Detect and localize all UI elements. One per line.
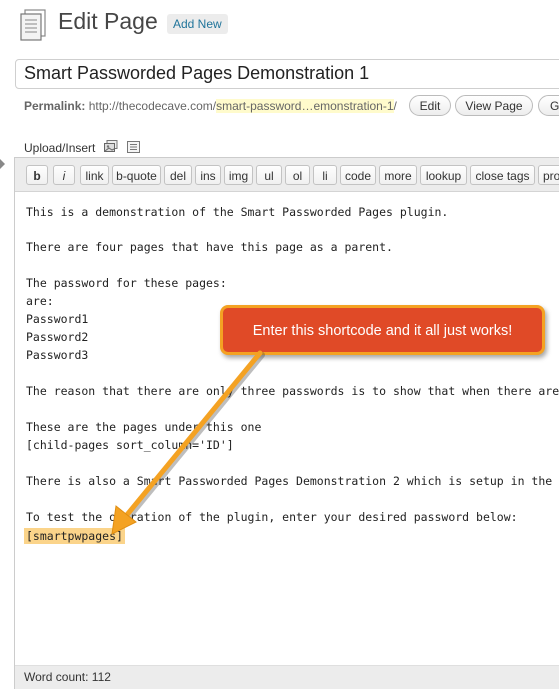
edit-permalink-button[interactable]: Edit xyxy=(409,95,451,116)
shortcode-line: [smartpwpages] xyxy=(24,528,125,544)
quicktag-lookup-button[interactable]: lookup xyxy=(420,165,467,185)
editor-line: [child-pages sort_column='ID'] xyxy=(26,438,234,452)
media-add-icon[interactable] xyxy=(127,141,140,153)
quicktag-li-button[interactable]: li xyxy=(313,165,337,185)
editor-line: This is a demonstration of the Smart Pas… xyxy=(26,205,449,219)
editor-line: Password3 xyxy=(26,348,89,362)
editor-line: There is also a Smart Passworded Pages D… xyxy=(26,474,553,488)
quicktag-italic-button[interactable]: i xyxy=(53,165,75,185)
post-title-value: Smart Passworded Pages Demonstration 1 xyxy=(24,63,370,83)
quicktag-del-button[interactable]: del xyxy=(164,165,192,185)
quicktag-close-tags-button[interactable]: close tags xyxy=(470,165,535,185)
page-title: Edit Page xyxy=(58,8,158,34)
collapse-arrow-icon[interactable] xyxy=(0,159,5,169)
upload-insert-label: Upload/Insert xyxy=(24,141,96,155)
pages-icon xyxy=(20,9,46,41)
editor-line: are: xyxy=(26,294,54,308)
editor-line: There are four pages that have this page… xyxy=(26,240,393,254)
editor-line: The password for these pages: xyxy=(26,276,227,290)
quicktag-bold-button[interactable]: b xyxy=(26,165,48,185)
get-shortlink-button[interactable]: G xyxy=(538,95,559,116)
view-page-button[interactable]: View Page xyxy=(455,95,533,116)
quicktag-ol-button[interactable]: ol xyxy=(285,165,310,185)
editor-line: Password2 xyxy=(26,330,89,344)
quicktag-ul-button[interactable]: ul xyxy=(256,165,282,185)
quicktag-more-button[interactable]: more xyxy=(379,165,417,185)
permalink-base: http://thecodecave.com/ xyxy=(88,99,217,113)
permalink-label: Permalink: xyxy=(24,99,86,113)
annotation-text: Enter this shortcode and it all just wor… xyxy=(252,323,513,339)
media-gallery-icon[interactable] xyxy=(104,140,118,153)
permalink-trailing: / xyxy=(393,99,397,113)
quicktag-link-button[interactable]: link xyxy=(80,165,109,185)
quicktag-proofread-button[interactable]: pro xyxy=(538,165,559,185)
editor-line: To test the operation of the plugin, ent… xyxy=(26,510,518,524)
quicktag-blockquote-button[interactable]: b-quote xyxy=(112,165,161,185)
editor-line: Password1 xyxy=(26,312,89,326)
quicktag-code-button[interactable]: code xyxy=(340,165,376,185)
quicktag-img-button[interactable]: img xyxy=(224,165,253,185)
editor-line: These are the pages under this one xyxy=(26,420,262,434)
editor-line: The reason that there are only three pas… xyxy=(26,384,559,398)
permalink-row: Permalink: http://thecodecave.com/smart-… xyxy=(24,97,397,115)
quicktag-ins-button[interactable]: ins xyxy=(195,165,221,185)
add-new-button[interactable]: Add New xyxy=(167,14,228,34)
word-count: Word count: 112 xyxy=(24,670,111,684)
permalink-slug[interactable]: smart-password…emonstration-1 xyxy=(216,99,394,113)
